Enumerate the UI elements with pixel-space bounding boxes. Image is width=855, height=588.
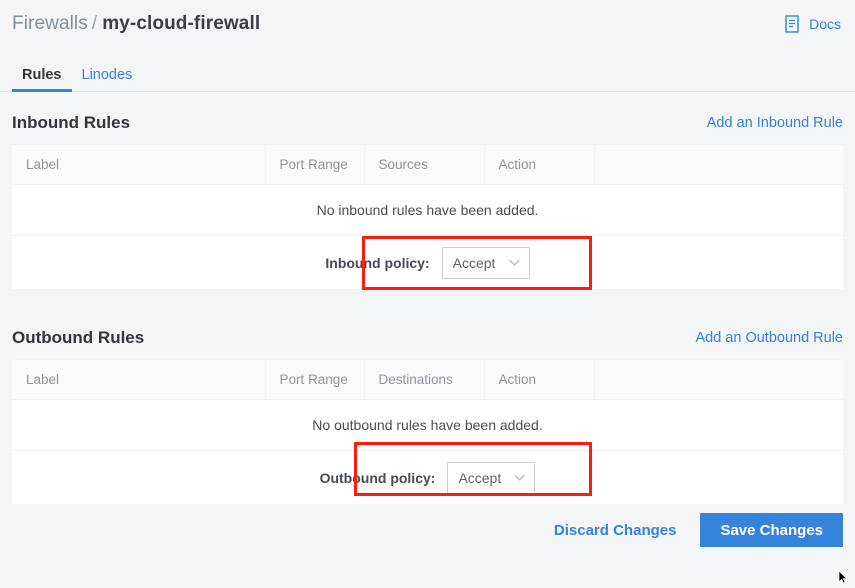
column-header-sources: Sources [364,145,484,185]
save-changes-button[interactable]: Save Changes [700,513,843,547]
outbound-section-header: Outbound Rules Add an Outbound Rule [12,317,843,359]
tab-bar: Rules Linodes [0,48,855,92]
tab-linodes[interactable]: Linodes [72,68,143,92]
outbound-rules-section: Outbound Rules Add an Outbound Rule Labe… [0,317,855,504]
inbound-rules-title: Inbound Rules [12,113,130,133]
inbound-section-header: Inbound Rules Add an Inbound Rule [12,102,843,144]
inbound-table-header-row: Label Port Range Sources Action [12,145,843,185]
column-header-action: Action [484,360,594,400]
docs-link-label: Docs [809,16,841,32]
column-header-label: Label [12,145,265,185]
docs-link[interactable]: Docs [785,15,843,34]
outbound-policy-select[interactable]: Accept [447,462,535,494]
mouse-cursor [838,570,850,582]
column-header-action: Action [484,145,594,185]
outbound-policy-label: Outbound policy: [320,470,436,486]
inbound-rules-section: Inbound Rules Add an Inbound Rule Label … [0,102,855,289]
page-header: Firewalls / my-cloud-firewall Docs [0,0,855,48]
inbound-rules-table: Label Port Range Sources Action No inbou… [12,144,843,289]
inbound-empty-message: No inbound rules have been added. [12,185,843,236]
outbound-rules-table: Label Port Range Destinations Action No … [12,359,843,504]
inbound-policy-label: Inbound policy: [325,255,429,271]
column-header-port-range: Port Range [265,360,364,400]
page-title: my-cloud-firewall [102,13,260,35]
column-header-label: Label [12,360,265,400]
outbound-rules-title: Outbound Rules [12,328,144,348]
inbound-policy-row: Inbound policy: Accept [12,236,843,290]
discard-changes-button[interactable]: Discard Changes [540,514,691,547]
inbound-policy-control: Inbound policy: Accept [12,236,843,289]
column-header-port-range: Port Range [265,145,364,185]
outbound-policy-row: Outbound policy: Accept [12,451,843,505]
tab-rules[interactable]: Rules [12,68,72,92]
inbound-policy-cell: Inbound policy: Accept [12,236,843,290]
document-icon [785,15,802,34]
breadcrumb: Firewalls / my-cloud-firewall [12,13,260,35]
chevron-down-icon [513,471,526,484]
outbound-policy-value: Accept [458,470,501,486]
outbound-empty-message: No outbound rules have been added. [12,400,843,451]
column-header-spacer [594,145,843,185]
column-header-destinations: Destinations [364,360,484,400]
column-header-spacer [594,360,843,400]
chevron-down-icon [508,256,521,269]
add-inbound-rule-button[interactable]: Add an Inbound Rule [707,115,843,131]
breadcrumb-parent-link[interactable]: Firewalls [12,13,88,35]
footer-actions: Discard Changes Save Changes [0,504,855,556]
outbound-empty-row: No outbound rules have been added. [12,400,843,451]
inbound-empty-row: No inbound rules have been added. [12,185,843,236]
inbound-policy-value: Accept [453,255,496,271]
outbound-policy-cell: Outbound policy: Accept [12,451,843,505]
tab-rules-label: Rules [22,67,62,83]
outbound-table-header-row: Label Port Range Destinations Action [12,360,843,400]
add-outbound-rule-button[interactable]: Add an Outbound Rule [695,330,843,346]
tab-linodes-label: Linodes [82,67,133,83]
outbound-policy-control: Outbound policy: Accept [12,451,843,504]
inbound-policy-select[interactable]: Accept [442,247,530,279]
breadcrumb-separator: / [92,13,97,35]
